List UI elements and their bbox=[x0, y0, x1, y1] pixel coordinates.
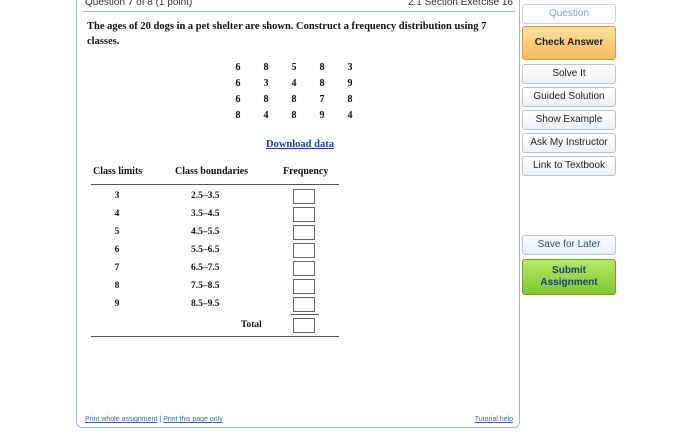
data-cell: 4 bbox=[291, 78, 297, 89]
class-limit: 6 bbox=[114, 245, 120, 255]
data-cell: 8 bbox=[291, 110, 297, 121]
frequency-input[interactable] bbox=[293, 225, 315, 240]
question-panel: Question 7 of 8 (1 point) 2.1 Section Ex… bbox=[76, 0, 520, 428]
class-boundary: 3.5–4.5 bbox=[191, 209, 220, 219]
class-boundary: 4.5–5.5 bbox=[191, 227, 220, 237]
show-example-button[interactable]: Show Example bbox=[522, 110, 616, 130]
data-cell: 4 bbox=[263, 110, 269, 121]
class-limit: 8 bbox=[114, 281, 120, 291]
data-cell: 3 bbox=[347, 62, 353, 73]
print-page-link[interactable]: Print this page only bbox=[163, 416, 223, 423]
data-cell: 8 bbox=[263, 94, 269, 105]
frequency-input[interactable] bbox=[293, 297, 315, 312]
download-data-link[interactable]: Download data bbox=[260, 139, 340, 150]
data-cell: 6 bbox=[235, 94, 241, 105]
question-header: Question 7 of 8 (1 point) 2.1 Section Ex… bbox=[85, 0, 513, 11]
table-row: 3 2.5–3.5 bbox=[91, 188, 339, 206]
frequency-input[interactable] bbox=[293, 279, 315, 294]
question-button[interactable]: Question bbox=[522, 4, 616, 24]
table-row: 9 8.5–9.5 bbox=[91, 296, 339, 314]
guided-solution-button[interactable]: Guided Solution bbox=[522, 87, 616, 107]
frequency-input[interactable] bbox=[293, 207, 315, 222]
frequency-input[interactable] bbox=[293, 261, 315, 276]
table-row: 6 5.5–6.5 bbox=[91, 242, 339, 260]
check-answer-button[interactable]: Check Answer bbox=[522, 26, 616, 60]
data-cell: 4 bbox=[347, 110, 353, 121]
class-limit: 7 bbox=[114, 263, 120, 273]
data-cell: 5 bbox=[291, 62, 297, 73]
class-limit: 3 bbox=[114, 191, 120, 201]
panel-footer: Print whole assignment | Print this page o… bbox=[85, 416, 513, 423]
data-cell: 8 bbox=[319, 62, 325, 73]
frequency-input[interactable] bbox=[293, 243, 315, 258]
table-bottom-rule bbox=[91, 336, 339, 337]
frequency-input[interactable] bbox=[293, 189, 315, 204]
total-row: Total bbox=[91, 317, 339, 335]
save-for-later-button[interactable]: Save for Later bbox=[522, 235, 616, 255]
class-limit: 9 bbox=[114, 299, 120, 309]
submit-label-line1: Submit bbox=[552, 265, 586, 276]
data-cell: 9 bbox=[347, 78, 353, 89]
question-number-label: Question 7 of 8 (1 point) bbox=[85, 0, 193, 8]
section-label: 2.1 Section Exercise 16 bbox=[407, 0, 513, 8]
data-cell: 8 bbox=[263, 62, 269, 73]
table-row: 7 6.5–7.5 bbox=[91, 260, 339, 278]
ask-instructor-button[interactable]: Ask My Instructor bbox=[522, 133, 616, 153]
solve-it-button[interactable]: Solve It bbox=[522, 64, 616, 84]
data-cell: 7 bbox=[319, 94, 325, 105]
submit-label-line2: Assignment bbox=[540, 277, 598, 288]
tutorial-help-link[interactable]: Tutorial help bbox=[475, 416, 513, 423]
data-cell: 8 bbox=[319, 78, 325, 89]
data-cell: 3 bbox=[263, 78, 269, 89]
class-boundary: 6.5–7.5 bbox=[191, 263, 220, 273]
header-divider bbox=[83, 11, 515, 12]
class-limit: 5 bbox=[114, 227, 120, 237]
problem-statement: The ages of 20 dogs in a pet shelter are… bbox=[87, 21, 487, 47]
data-cell: 8 bbox=[347, 94, 353, 105]
data-cell: 9 bbox=[319, 110, 325, 121]
submit-assignment-button[interactable]: Submit Assignment bbox=[522, 259, 616, 295]
data-cell: 8 bbox=[235, 110, 241, 121]
data-cell: 8 bbox=[291, 94, 297, 105]
table-row: 5 4.5–5.5 bbox=[91, 224, 339, 242]
header-frequency: Frequency bbox=[283, 166, 329, 177]
class-boundary: 5.5–6.5 bbox=[191, 245, 220, 255]
class-boundary: 7.5–8.5 bbox=[191, 281, 220, 291]
print-assignment-link[interactable]: Print whole assignment bbox=[85, 416, 157, 423]
header-class-boundaries: Class boundaries bbox=[175, 166, 249, 177]
dataset-grid: 6 8 5 8 3 6 3 4 8 9 6 8 8 7 8 8 4 8 9 4 bbox=[224, 63, 364, 121]
header-class-limits: Class limits bbox=[93, 166, 143, 177]
footer-separator: | bbox=[159, 416, 162, 423]
class-boundary: 8.5–9.5 bbox=[191, 299, 220, 309]
total-frequency-input[interactable] bbox=[293, 318, 315, 333]
table-top-rule bbox=[91, 184, 339, 185]
total-label: Total bbox=[241, 320, 262, 330]
table-row: 4 3.5–4.5 bbox=[91, 206, 339, 224]
class-boundary: 2.5–3.5 bbox=[191, 191, 220, 201]
data-cell: 6 bbox=[235, 62, 241, 73]
total-rule bbox=[291, 314, 319, 315]
table-row: 8 7.5–8.5 bbox=[91, 278, 339, 296]
link-to-textbook-button[interactable]: Link to Textbook bbox=[522, 156, 616, 176]
data-cell: 6 bbox=[235, 78, 241, 89]
class-limit: 4 bbox=[114, 209, 120, 219]
